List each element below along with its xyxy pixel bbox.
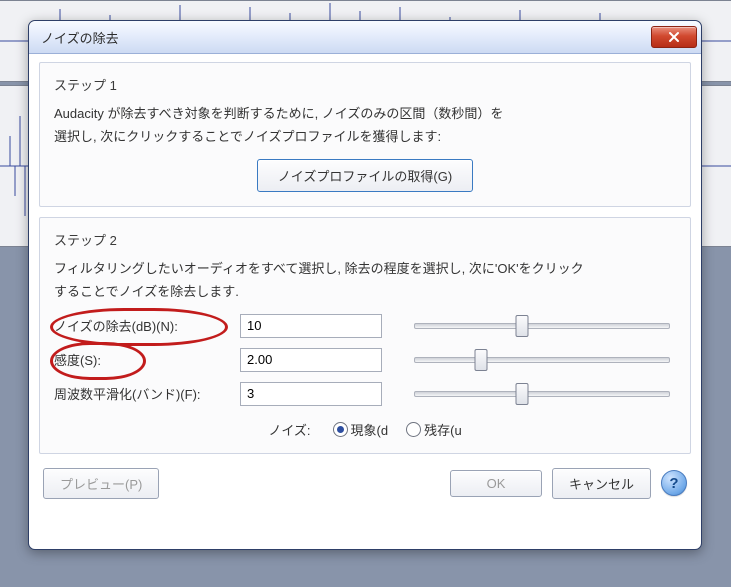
param-noise-removal-label: ノイズの除去(dB)(N):	[54, 316, 240, 335]
close-icon	[668, 31, 680, 43]
smoothing-input[interactable]	[240, 382, 382, 406]
noise-removal-input[interactable]	[240, 314, 382, 338]
step2-label: ステップ 2	[54, 230, 676, 249]
radio-phenomenon[interactable]: 現象(d	[333, 420, 389, 439]
smoothing-slider[interactable]	[414, 383, 670, 405]
radio-dot-icon	[333, 422, 348, 437]
noise-mode-row: ノイズ: 現象(d 残存(u	[54, 420, 676, 439]
window-close-button[interactable]	[651, 26, 697, 48]
step2-group: ステップ 2 フィルタリングしたいオーディオをすべて選択し, 除去の程度を選択し…	[39, 217, 691, 454]
step1-label: ステップ 1	[54, 75, 676, 94]
radio-dot-icon	[406, 422, 421, 437]
param-smoothing-row: 周波数平滑化(バンド)(F):	[54, 382, 676, 406]
noise-removal-slider[interactable]	[414, 315, 670, 337]
get-noise-profile-button[interactable]: ノイズプロファイルの取得(G)	[257, 159, 473, 192]
noise-mode-label: ノイズ:	[268, 420, 310, 439]
noise-removal-dialog: ノイズの除去 ステップ 1 Audacity が除去すべき対象を判断するために,…	[28, 20, 702, 550]
ok-button[interactable]: OK	[450, 470, 542, 497]
dialog-title: ノイズの除去	[41, 28, 119, 47]
step1-group: ステップ 1 Audacity が除去すべき対象を判断するために, ノイズのみの…	[39, 62, 691, 207]
cancel-button[interactable]: キャンセル	[552, 468, 651, 499]
titlebar: ノイズの除去	[29, 21, 701, 54]
sensitivity-slider[interactable]	[414, 349, 670, 371]
param-noise-removal-row: ノイズの除去(dB)(N):	[54, 314, 676, 338]
help-icon: ?	[669, 475, 678, 492]
param-sensitivity-row: 感度(S):	[54, 348, 676, 372]
sensitivity-input[interactable]	[240, 348, 382, 372]
help-button[interactable]: ?	[661, 470, 687, 496]
preview-button[interactable]: プレビュー(P)	[43, 468, 159, 499]
dialog-button-row: プレビュー(P) OK キャンセル ?	[39, 464, 691, 501]
param-sensitivity-label: 感度(S):	[54, 350, 240, 369]
step1-description: Audacity が除去すべき対象を判断するために, ノイズのみの区間（数秒間）…	[54, 102, 676, 149]
param-smoothing-label: 周波数平滑化(バンド)(F):	[54, 384, 240, 403]
step2-description: フィルタリングしたいオーディオをすべて選択し, 除去の程度を選択し, 次に'OK…	[54, 257, 676, 304]
radio-residual[interactable]: 残存(u	[406, 420, 462, 439]
